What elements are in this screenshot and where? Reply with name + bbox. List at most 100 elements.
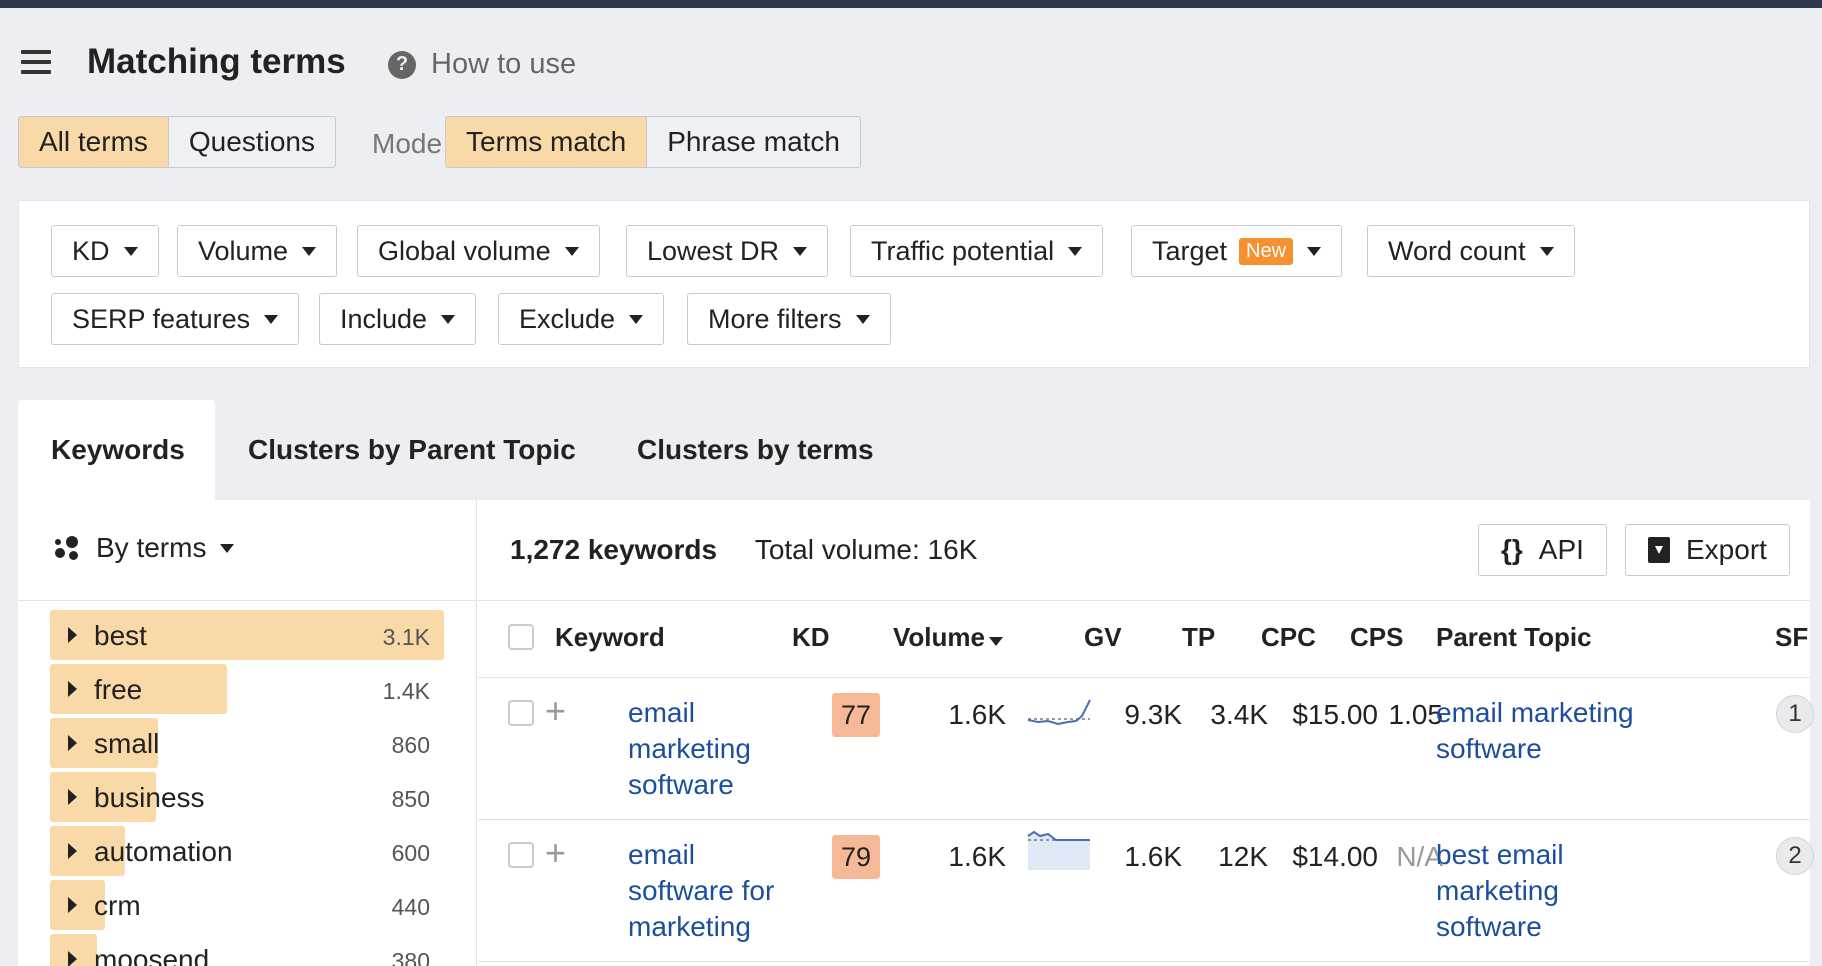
col-gv[interactable]: GV <box>1084 622 1122 653</box>
braces-icon: {} <box>1501 534 1523 565</box>
caret-down-icon <box>793 246 808 256</box>
serp-features-filter[interactable]: SERP features <box>51 293 300 345</box>
tp-value: 12K <box>1218 841 1268 872</box>
sort-desc-icon <box>988 637 1003 646</box>
more-filters-button[interactable]: More filters <box>687 293 891 345</box>
expand-triangle-icon[interactable] <box>68 897 77 913</box>
tab-keywords[interactable]: Keywords <box>51 434 185 466</box>
include-filter[interactable]: Include <box>319 293 477 345</box>
row-checkbox[interactable] <box>508 700 534 726</box>
term-count: 850 <box>391 786 430 812</box>
tab-clusters-parent-topic[interactable]: Clusters by Parent Topic <box>248 434 576 466</box>
term-item[interactable]: small 860 <box>50 718 444 768</box>
cps-value: 1.05 <box>1388 699 1444 730</box>
term-count: 440 <box>391 894 430 920</box>
term-label: free <box>94 674 143 705</box>
export-button[interactable]: Export <box>1625 524 1790 576</box>
serp-features-filter-label: SERP features <box>72 303 251 334</box>
divider <box>478 961 1810 962</box>
word-count-filter[interactable]: Word count <box>1367 225 1575 277</box>
terms-match-tab[interactable]: Terms match <box>446 117 648 167</box>
kd-badge: 77 <box>832 693 880 737</box>
volume-filter[interactable]: Volume <box>177 225 338 277</box>
keyword-link[interactable]: email software for marketing <box>628 837 774 945</box>
caret-down-icon <box>264 314 279 324</box>
row-checkbox[interactable] <box>508 842 534 868</box>
gv-value: 9.3K <box>1124 699 1182 730</box>
global-volume-filter[interactable]: Global volume <box>357 225 600 277</box>
divider <box>478 819 1810 820</box>
term-label: small <box>94 728 160 759</box>
kd-filter-label: KD <box>72 235 110 266</box>
scope-toggle: All terms Questions <box>18 116 336 168</box>
all-terms-tab[interactable]: All terms <box>19 117 169 167</box>
col-kd[interactable]: KD <box>792 622 830 653</box>
serp-features-count[interactable]: 2 <box>1776 837 1814 875</box>
term-item[interactable]: free 1.4K <box>50 664 444 714</box>
volume-filter-label: Volume <box>198 235 289 266</box>
menu-icon[interactable] <box>21 50 51 74</box>
global-volume-filter-label: Global volume <box>378 235 551 266</box>
caret-down-icon <box>1307 246 1322 256</box>
page-title: Matching terms <box>87 42 346 81</box>
parent-topic-line: software <box>1436 911 1542 942</box>
caret-down-icon <box>1539 246 1554 256</box>
caret-down-icon <box>220 543 235 553</box>
term-count: 380 <box>391 948 430 966</box>
term-item[interactable]: best 3.1K <box>50 610 444 660</box>
expand-triangle-icon[interactable] <box>68 627 77 643</box>
caret-down-icon <box>1068 246 1083 256</box>
new-badge: New <box>1239 237 1294 265</box>
export-label: Export <box>1686 534 1767 565</box>
cluster-icon <box>52 534 80 562</box>
col-volume[interactable]: Volume <box>893 622 1003 653</box>
parent-topic-link[interactable]: email marketing software <box>1436 695 1634 767</box>
select-all-checkbox[interactable] <box>508 624 534 650</box>
api-button[interactable]: {} API <box>1478 524 1607 576</box>
total-volume: Total volume: 16K <box>754 534 978 565</box>
col-parent-topic[interactable]: Parent Topic <box>1436 622 1592 653</box>
term-item[interactable]: moosend 380 <box>50 934 444 966</box>
expand-triangle-icon[interactable] <box>68 843 77 859</box>
term-item[interactable]: automation 600 <box>50 826 444 876</box>
keyword-line: software for <box>628 875 775 906</box>
term-item[interactable]: crm 440 <box>50 880 444 930</box>
col-keyword[interactable]: Keyword <box>555 622 665 653</box>
cps-value: N/A <box>1396 841 1443 872</box>
target-filter[interactable]: Target New <box>1131 225 1343 277</box>
word-count-filter-label: Word count <box>1388 235 1526 266</box>
expand-triangle-icon[interactable] <box>68 951 77 966</box>
group-by-dropdown[interactable]: By terms <box>52 532 235 564</box>
exclude-filter[interactable]: Exclude <box>498 293 665 345</box>
lowest-dr-filter[interactable]: Lowest DR <box>626 225 829 277</box>
divider <box>478 677 1810 678</box>
terms-sidebar: By terms best 3.1K free 1.4K small 860 busines… <box>18 500 477 966</box>
parent-topic-link[interactable]: best email marketing software <box>1436 837 1564 945</box>
expand-triangle-icon[interactable] <box>68 681 77 697</box>
traffic-potential-filter-label: Traffic potential <box>871 235 1055 266</box>
tp-value: 3.4K <box>1210 699 1268 730</box>
keyword-link[interactable]: email marketing software <box>628 695 751 803</box>
add-to-list-icon[interactable]: + <box>545 832 566 874</box>
tab-clusters-terms[interactable]: Clusters by terms <box>637 434 874 466</box>
col-cpc[interactable]: CPC <box>1261 622 1316 653</box>
term-item[interactable]: business 850 <box>50 772 444 822</box>
expand-triangle-icon[interactable] <box>68 789 77 805</box>
expand-triangle-icon[interactable] <box>68 735 77 751</box>
keywords-panel: By terms best 3.1K free 1.4K small 860 busines… <box>18 500 1814 966</box>
col-cps[interactable]: CPS <box>1350 622 1403 653</box>
keyword-line: marketing <box>628 911 751 942</box>
add-to-list-icon[interactable]: + <box>545 690 566 732</box>
questions-tab[interactable]: Questions <box>169 117 335 167</box>
parent-topic-line: best email <box>1436 839 1564 870</box>
traffic-potential-filter[interactable]: Traffic potential <box>850 225 1104 277</box>
phrase-match-tab[interactable]: Phrase match <box>647 117 860 167</box>
col-tp[interactable]: TP <box>1182 622 1215 653</box>
serp-features-count[interactable]: 1 <box>1776 695 1814 733</box>
col-sf[interactable]: SF <box>1775 622 1808 653</box>
term-label: crm <box>94 890 141 921</box>
gv-value: 1.6K <box>1124 841 1182 872</box>
kd-filter[interactable]: KD <box>51 225 159 277</box>
how-to-use-link[interactable]: ? How to use <box>388 48 576 81</box>
group-by-label: By terms <box>96 532 207 563</box>
